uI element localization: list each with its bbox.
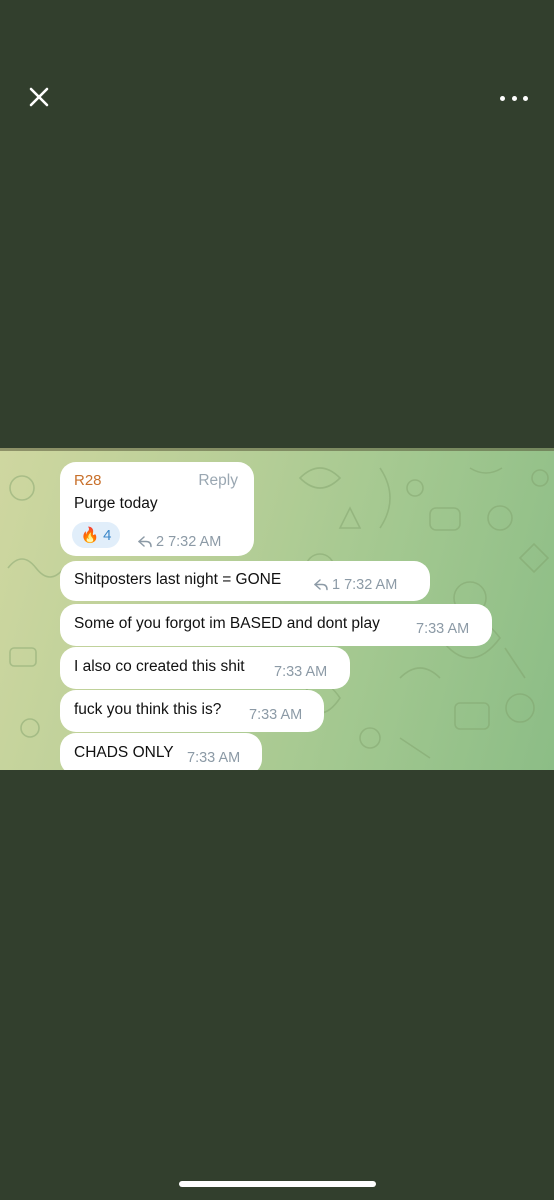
reply-count: 1	[332, 577, 341, 593]
message-text: CHADS ONLY	[74, 744, 174, 761]
message-meta: 7:33 AM	[416, 621, 469, 637]
message-meta: 1 7:32 AM	[314, 577, 397, 593]
message-bubble[interactable]: I also co created this shit 7:33 AM	[60, 647, 350, 689]
message-meta: 7:33 AM	[187, 750, 240, 766]
reply-button[interactable]: Reply	[198, 472, 238, 490]
message-text: Purge today	[74, 495, 158, 512]
more-horizontal-icon	[500, 95, 505, 101]
message-bubble[interactable]: R28 Reply Purge today 🔥 4 2 7:32 AM	[60, 462, 254, 556]
fire-emoji: 🔥	[80, 527, 100, 544]
message-text: fuck you think this is?	[74, 701, 222, 718]
message-meta: 7:33 AM	[274, 664, 327, 680]
message-time: 7:33 AM	[416, 621, 470, 637]
message-bubble[interactable]: Shitposters last night = GONE 1 7:32 AM	[60, 561, 430, 601]
message-time: 7:33 AM	[249, 707, 303, 723]
reaction-count: 4	[103, 526, 112, 544]
message-time: 7:32 AM	[344, 577, 398, 593]
reply-arrow-icon	[314, 579, 328, 591]
reply-arrow-icon	[138, 536, 152, 548]
message-text: I also co created this shit	[74, 658, 245, 675]
message-time: 7:33 AM	[274, 664, 328, 680]
message-bubble[interactable]: Some of you forgot im BASED and dont pla…	[60, 604, 492, 646]
reply-count: 2	[156, 534, 165, 550]
message-text: Some of you forgot im BASED and dont pla…	[74, 615, 380, 632]
image-bottom-edge	[0, 770, 554, 780]
message-bubble[interactable]: CHADS ONLY 7:33 AM	[60, 733, 262, 775]
sender-name[interactable]: R28	[74, 472, 102, 489]
more-options-button[interactable]	[500, 88, 528, 108]
message-time: 7:32 AM	[168, 534, 222, 550]
close-button[interactable]	[26, 84, 54, 112]
message-text: Shitposters last night = GONE	[74, 571, 282, 588]
message-bubble[interactable]: fuck you think this is? 7:33 AM	[60, 690, 324, 732]
message-meta: 2 7:32 AM	[138, 534, 221, 550]
reaction-badge[interactable]: 🔥 4	[72, 522, 120, 548]
message-time: 7:33 AM	[187, 750, 241, 766]
home-indicator[interactable]	[179, 1181, 376, 1187]
close-icon	[29, 87, 49, 107]
message-meta: 7:33 AM	[249, 707, 302, 723]
